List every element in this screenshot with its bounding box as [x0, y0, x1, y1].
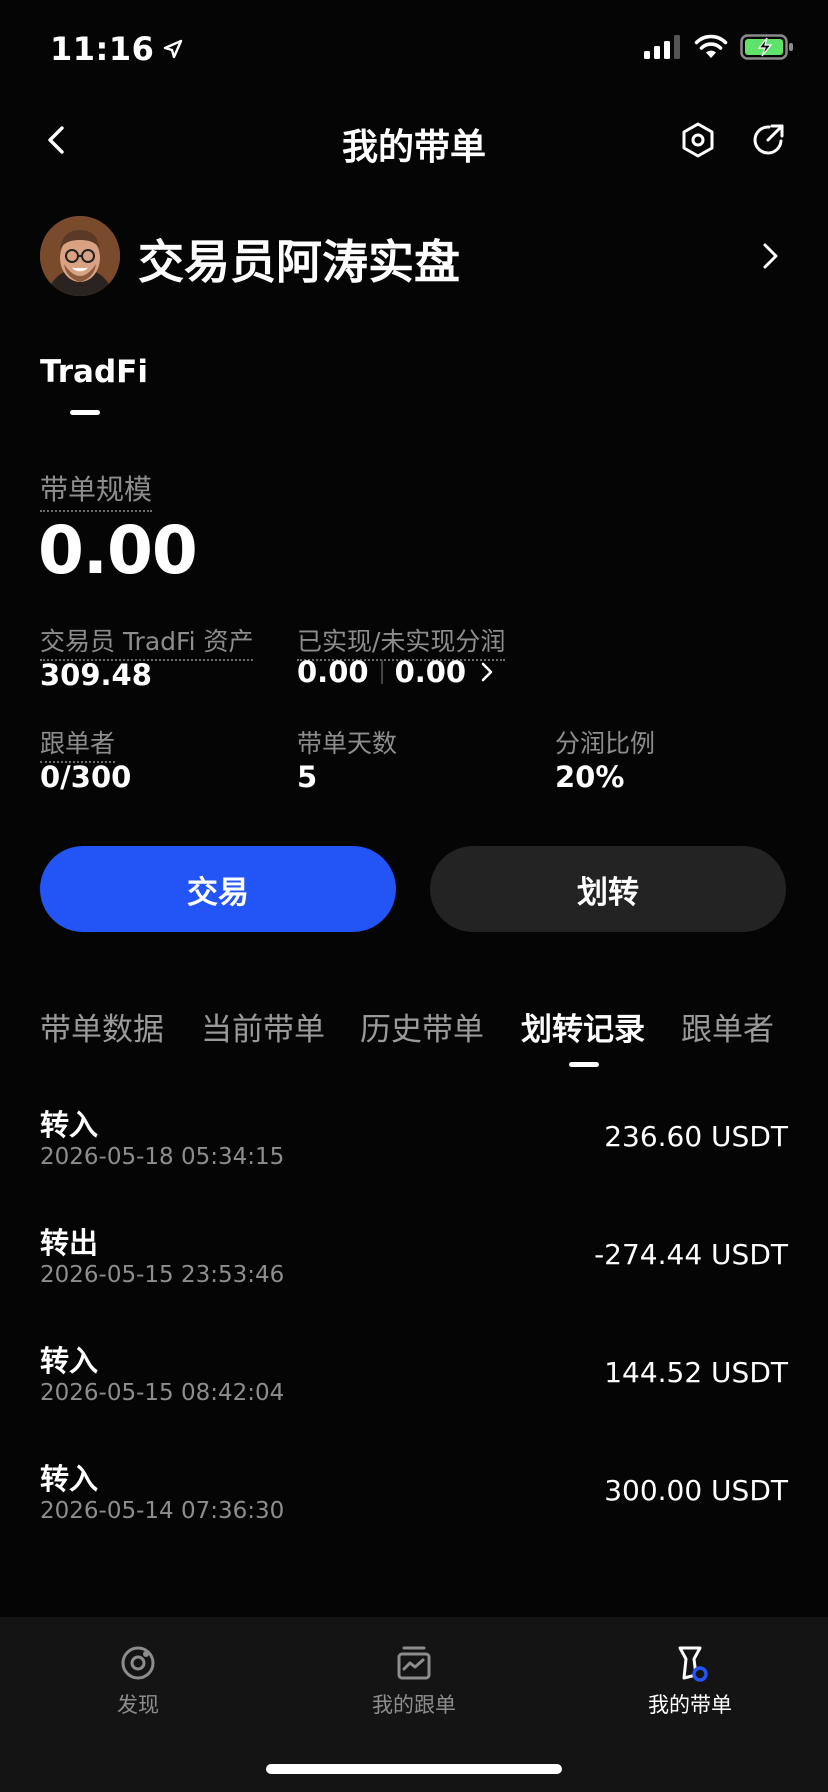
profit-share-ratio-label: 分润比例	[555, 729, 656, 758]
trade-button[interactable]: 交易	[40, 846, 396, 932]
discover-icon	[121, 1646, 155, 1680]
record-amount: 144.52 USDT	[604, 1356, 788, 1389]
record-type: 转入	[40, 1462, 99, 1496]
wifi-icon	[694, 34, 728, 58]
record-amount: 236.60 USDT	[604, 1120, 788, 1153]
trader-name: 交易员阿涛实盘	[138, 235, 460, 289]
section-tabs: 带单数据 当前带单 历史带单 划转记录 跟单者	[40, 1004, 828, 1054]
chevron-right-icon[interactable]	[750, 236, 790, 276]
nav-bar: 我的带单	[0, 100, 828, 180]
home-indicator	[266, 1764, 562, 1774]
tab-tradfi-indicator	[70, 410, 100, 415]
status-time-text: 11:16	[50, 30, 155, 68]
list-item[interactable]: 转入 2026-05-15 08:42:04 144.52 USDT	[40, 1338, 788, 1428]
share-icon[interactable]	[748, 120, 788, 160]
location-arrow-icon	[164, 39, 183, 59]
list-item[interactable]: 转出 2026-05-15 23:53:46 -274.44 USDT	[40, 1220, 788, 1310]
transfer-button[interactable]: 划转	[430, 846, 786, 932]
record-time: 2026-05-18 05:34:15	[40, 1144, 285, 1170]
tradfi-assets-label[interactable]: 交易员 TradFi 资产	[40, 622, 254, 661]
lead-trade-icon	[678, 1646, 708, 1682]
bottom-nav-discover[interactable]: 发现	[58, 1643, 218, 1719]
record-amount: -274.44 USDT	[594, 1238, 788, 1271]
record-time: 2026-05-14 07:36:30	[40, 1498, 285, 1524]
lead-scale-value: 0.00	[38, 512, 198, 589]
profit-share-ratio-value: 20%	[555, 760, 625, 794]
page: 11:16 我的带单 交易员阿涛实盘 TradFi 带单规模 0.00 交易员 …	[0, 0, 828, 1792]
battery-charging-icon	[740, 34, 793, 60]
cellular-signal-icon	[644, 35, 680, 59]
list-item[interactable]: 转入 2026-05-18 05:34:15 236.60 USDT	[40, 1102, 788, 1192]
realized-profit-share: 0.00	[297, 655, 369, 689]
record-time: 2026-05-15 08:42:04	[40, 1380, 285, 1406]
avatar-image	[40, 216, 120, 296]
record-type: 转入	[40, 1108, 99, 1142]
tab-followers[interactable]: 跟单者	[681, 1004, 774, 1049]
bottom-nav-copy-trade[interactable]: 我的跟单	[334, 1643, 494, 1719]
profit-share-values[interactable]: 0.00 0.00	[297, 655, 500, 689]
bottom-nav-label: 我的跟单	[372, 1693, 456, 1717]
record-type: 转入	[40, 1344, 99, 1378]
divider	[380, 660, 383, 684]
trader-header[interactable]: 交易员阿涛实盘	[40, 216, 790, 296]
tab-tradfi[interactable]: TradFi	[40, 354, 148, 390]
copy-trade-icon	[397, 1646, 431, 1680]
bottom-nav-label: 我的带单	[648, 1693, 732, 1717]
settings-hexagon-icon[interactable]	[678, 120, 718, 160]
followers-label[interactable]: 跟单者	[40, 724, 116, 763]
record-amount: 300.00 USDT	[604, 1474, 788, 1507]
status-indicators	[644, 34, 794, 60]
lead-days-label: 带单天数	[297, 729, 398, 758]
bottom-nav-label: 发现	[117, 1693, 159, 1717]
tradfi-assets-value: 309.48	[40, 658, 152, 692]
status-bar: 11:16	[0, 0, 828, 98]
followers-value: 0/300	[40, 760, 132, 794]
tab-history-leads[interactable]: 历史带单	[360, 1004, 484, 1049]
avatar	[40, 216, 120, 296]
list-item[interactable]: 转入 2026-05-14 07:36:30 300.00 USDT	[40, 1456, 788, 1546]
tab-transfer-records[interactable]: 划转记录	[521, 1004, 645, 1049]
chevron-right-small-icon	[481, 662, 493, 682]
tab-current-leads[interactable]: 当前带单	[201, 1004, 325, 1049]
active-tab-indicator	[569, 1062, 599, 1067]
record-time: 2026-05-15 23:53:46	[40, 1262, 285, 1288]
tab-lead-data[interactable]: 带单数据	[40, 1004, 164, 1049]
unrealized-profit-share: 0.00	[394, 655, 467, 689]
lead-scale-label[interactable]: 带单规模	[40, 468, 153, 512]
bottom-nav-lead-trade[interactable]: 我的带单	[610, 1643, 770, 1719]
status-time: 11:16	[50, 30, 184, 68]
lead-days-value: 5	[297, 760, 318, 794]
record-type: 转出	[40, 1226, 99, 1260]
